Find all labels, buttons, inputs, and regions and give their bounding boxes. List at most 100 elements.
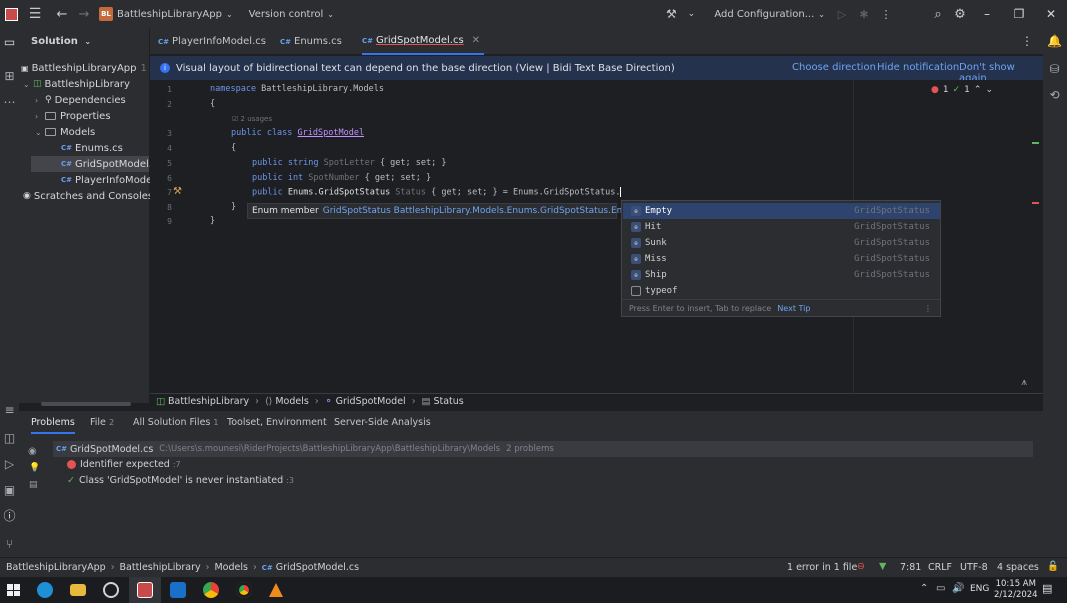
- completion-item[interactable]: e Sunk GridSpotStatus: [623, 235, 940, 251]
- problems-panel-icon[interactable]: ⓘ: [2, 508, 17, 523]
- status-crumb[interactable]: GridSpotModel.cs: [276, 562, 359, 573]
- more-vertical-icon[interactable]: ⋮: [875, 0, 897, 28]
- chevron-down-icon[interactable]: ⌄: [682, 0, 700, 28]
- language-indicator[interactable]: ENG: [970, 584, 989, 594]
- edge-browser-icon[interactable]: [37, 582, 53, 598]
- completion-item[interactable]: e Empty GridSpotStatus: [623, 203, 940, 219]
- status-crumb[interactable]: BattleshipLibraryApp: [6, 562, 106, 573]
- tree-item-project[interactable]: ⌄ ◫ BattleshipLibrary: [19, 76, 149, 92]
- solution-header[interactable]: Solution ⌄: [31, 36, 91, 47]
- forward-arrow-icon[interactable]: →: [73, 0, 95, 28]
- status-indent[interactable]: 4 spaces: [997, 562, 1039, 573]
- project-selector[interactable]: BL BattleshipLibraryApp ⌄: [95, 0, 241, 28]
- app-logo-icon[interactable]: [0, 0, 19, 28]
- problem-item-warning[interactable]: ✓ Class 'GridSpotModel' is never instant…: [67, 475, 294, 486]
- debug-bug-icon[interactable]: ✱: [853, 0, 875, 28]
- git-branch-icon[interactable]: ⑂: [2, 536, 17, 551]
- status-line-ending[interactable]: CRLF: [928, 562, 952, 573]
- hint-link[interactable]: GridSpotStatus BattleshipLibrary.Models.…: [323, 206, 640, 216]
- network-icon[interactable]: ▭: [936, 583, 945, 594]
- run-icon[interactable]: ▷: [831, 0, 853, 28]
- inspection-widget[interactable]: ● 1 ✓ 1 ⌃ ⌄: [931, 85, 993, 95]
- search-icon[interactable]: ⌕: [927, 0, 949, 28]
- status-crumb[interactable]: Models: [214, 562, 247, 573]
- close-window-button[interactable]: ✕: [1035, 0, 1067, 28]
- tab-toolset-environment[interactable]: Toolset, Environment: [227, 417, 327, 428]
- tray-chevron-up-icon[interactable]: ⌃: [920, 583, 928, 594]
- run-panel-icon[interactable]: ▷: [2, 456, 17, 471]
- group-icon[interactable]: ▤: [29, 480, 38, 490]
- eye-icon[interactable]: ◉: [28, 446, 37, 457]
- breadcrumb-namespace[interactable]: Models: [275, 396, 308, 407]
- tab-problems[interactable]: Problems: [31, 417, 75, 434]
- rider-ide-icon[interactable]: [137, 582, 153, 598]
- file-explorer-icon[interactable]: [70, 584, 86, 596]
- maximize-button[interactable]: ❐: [1003, 0, 1035, 28]
- version-control-menu[interactable]: Version control ⌄: [241, 0, 342, 28]
- readonly-lock-icon[interactable]: 🔓: [1047, 561, 1059, 572]
- terminal-icon[interactable]: ▣: [2, 482, 17, 497]
- tab-gridspotmodel[interactable]: C# GridSpotModel.cs ✕: [362, 28, 485, 55]
- outlook-icon[interactable]: [170, 582, 186, 598]
- tree-item-scratches[interactable]: ◉ Scratches and Consoles: [19, 188, 153, 204]
- build-hammer-icon[interactable]: ⚒: [660, 0, 682, 28]
- completion-item[interactable]: e Ship GridSpotStatus: [623, 267, 940, 283]
- tab-all-solution-files[interactable]: All Solution Files 1: [133, 417, 219, 428]
- tree-item-properties[interactable]: › Properties: [19, 108, 149, 124]
- problem-item-error[interactable]: Identifier expected :7: [67, 459, 181, 470]
- run-configuration-selector[interactable]: Add Configuration... ⌄: [700, 0, 831, 28]
- folder-icon[interactable]: ▭: [2, 34, 17, 49]
- more-tools-icon[interactable]: ⋯: [2, 94, 17, 109]
- tree-item-playerinfomodel-cs[interactable]: C# PlayerInfoModel.cs: [19, 172, 169, 188]
- horizontal-scrollbar[interactable]: [41, 402, 131, 406]
- vlc-icon[interactable]: [269, 583, 283, 597]
- status-errors[interactable]: 1 error in 1 file: [787, 562, 857, 573]
- completion-item[interactable]: e Miss GridSpotStatus: [623, 251, 940, 267]
- choose-direction-link[interactable]: Choose direction: [792, 62, 876, 73]
- windows-start-icon[interactable]: [5, 582, 21, 598]
- history-icon[interactable]: ⟲: [1047, 87, 1062, 102]
- error-minus-icon[interactable]: ⊖: [857, 561, 865, 572]
- tree-item-gridspotmodel-cs[interactable]: C# GridSpotModel.cs: [31, 156, 163, 172]
- breadcrumb-class[interactable]: GridSpotModel: [336, 396, 406, 407]
- reader-mode-icon[interactable]: ⩚: [1021, 377, 1027, 388]
- completion-item[interactable]: typeof: [623, 283, 940, 299]
- more-vertical-icon[interactable]: ⋮: [924, 304, 932, 313]
- settings-gear-icon[interactable]: ⚙: [949, 0, 971, 28]
- settings-app-icon[interactable]: [103, 582, 119, 598]
- tab-playerinfomodel[interactable]: C# PlayerInfoModel.cs: [158, 28, 266, 55]
- status-caret-position[interactable]: 7:81: [900, 562, 921, 573]
- minimize-button[interactable]: –: [971, 0, 1003, 28]
- vcs-arrow-icon[interactable]: ▼: [879, 561, 886, 572]
- tab-enums[interactable]: C# Enums.cs: [280, 28, 342, 55]
- main-menu-icon[interactable]: ☰: [19, 0, 51, 28]
- breadcrumb-project[interactable]: BattleshipLibrary: [168, 396, 249, 407]
- back-arrow-icon[interactable]: ←: [51, 0, 73, 28]
- lightbulb-icon[interactable]: 💡: [29, 463, 40, 473]
- completion-item[interactable]: e Hit GridSpotStatus: [623, 219, 940, 235]
- hide-notification-link[interactable]: Hide notification: [877, 62, 959, 73]
- services-icon[interactable]: ◫: [2, 430, 17, 445]
- tab-server-side-analysis[interactable]: Server-Side Analysis: [334, 417, 431, 428]
- status-crumb[interactable]: BattleshipLibrary: [120, 562, 201, 573]
- chrome-icon[interactable]: [203, 582, 219, 598]
- chevron-down-icon[interactable]: ⌄: [985, 85, 993, 95]
- close-tab-icon[interactable]: ✕: [472, 35, 480, 46]
- tree-item-enums-cs[interactable]: C# Enums.cs: [19, 140, 149, 156]
- usages-hint[interactable]: ☑ 2 usages: [232, 115, 272, 123]
- clock[interactable]: 10:15 AM 2/12/2024: [994, 579, 1038, 601]
- tree-item-dependencies[interactable]: › ⚲ Dependencies: [19, 92, 149, 108]
- chevron-up-icon[interactable]: ⌃: [974, 85, 982, 95]
- tab-file[interactable]: File 2: [90, 417, 114, 428]
- database-icon[interactable]: ⛁: [1047, 61, 1062, 76]
- status-encoding[interactable]: UTF-8: [960, 562, 988, 573]
- tab-options-icon[interactable]: ⋮: [1021, 34, 1033, 48]
- next-tip-link[interactable]: Next Tip: [777, 304, 810, 313]
- tree-item-solution[interactable]: ▣ BattleshipLibraryApp 1 pro: [19, 60, 166, 76]
- structure-icon[interactable]: ⊞: [2, 68, 17, 83]
- todo-list-icon[interactable]: ≡: [2, 402, 17, 417]
- volume-icon[interactable]: 🔊: [952, 583, 964, 594]
- tree-item-models[interactable]: ⌄ Models: [19, 124, 149, 140]
- notification-center-icon[interactable]: ▤: [1042, 582, 1052, 595]
- breadcrumb-member[interactable]: Status: [433, 396, 463, 407]
